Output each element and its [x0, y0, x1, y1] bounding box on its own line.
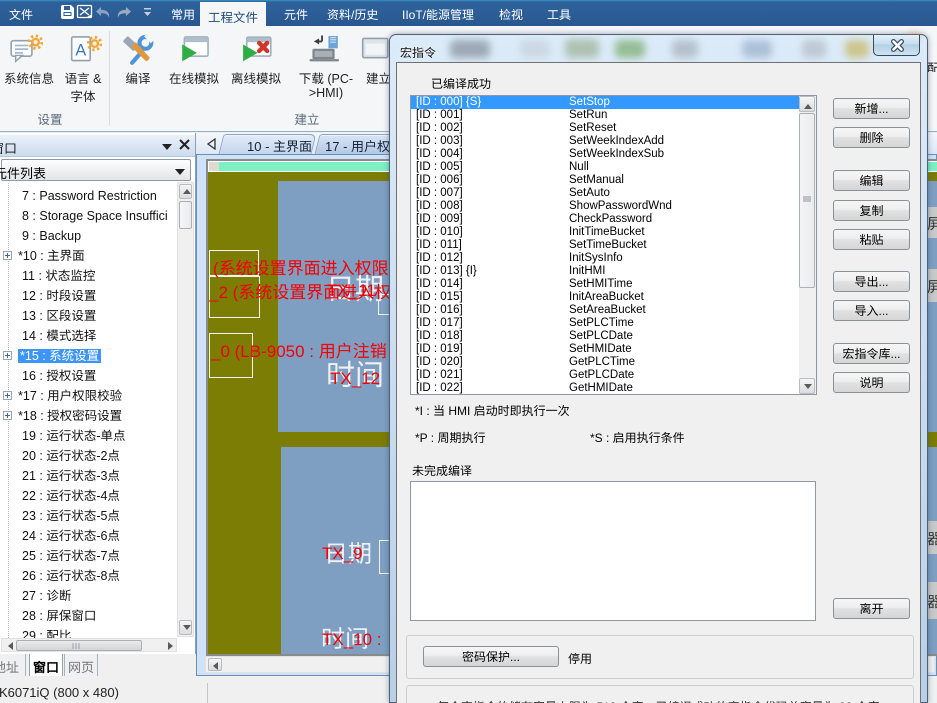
- svg-text:A: A: [75, 41, 86, 59]
